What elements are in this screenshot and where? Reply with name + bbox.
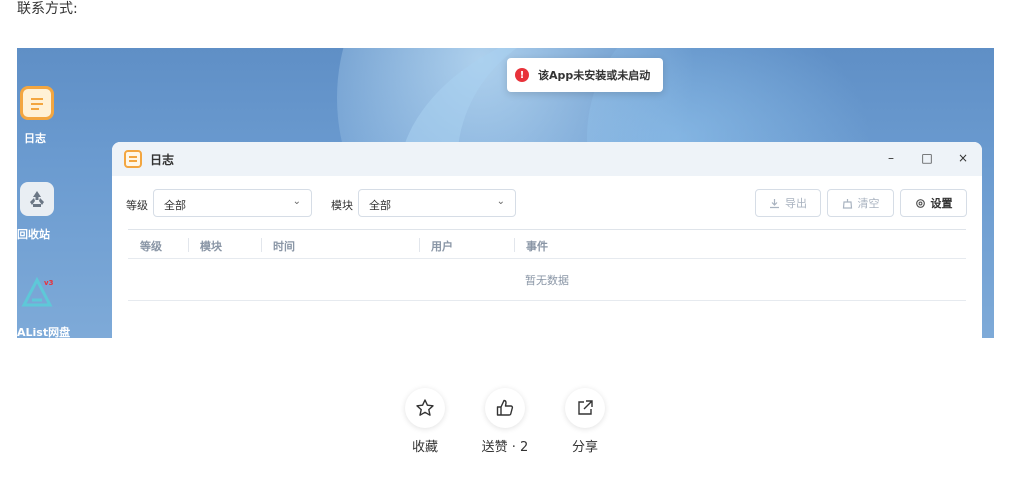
like-label: 送赞 · 2 xyxy=(481,440,529,455)
thumbs-up-icon xyxy=(496,399,514,416)
empty-state: 暂无数据 xyxy=(128,259,966,301)
svg-text:v3: v3 xyxy=(44,279,54,287)
error-icon: ! xyxy=(515,68,529,82)
desktop-screenshot: 日志 回收站 v3 AList网盘 ! 该App未安装或未启动 日志 – □ ×… xyxy=(17,48,994,338)
log-app-icon xyxy=(20,86,54,120)
log-window: 日志 – □ × 等级 全部 ⌄ 模块 全部 ⌄ 导出 清空 设置 等级 模块 … xyxy=(112,142,982,338)
desktop-icon-alist[interactable]: v3 AList网盘 xyxy=(17,276,71,338)
favorite-action[interactable]: 收藏 xyxy=(395,388,455,455)
level-select-value: 全部 xyxy=(164,199,186,212)
column-header-module[interactable]: 模块 xyxy=(200,238,222,254)
like-action[interactable]: 送赞 · 2 xyxy=(475,388,535,455)
star-icon xyxy=(416,399,434,416)
column-header-time[interactable]: 时间 xyxy=(273,238,295,254)
column-divider xyxy=(188,238,189,252)
module-select[interactable]: 全部 ⌄ xyxy=(358,189,516,217)
gear-icon xyxy=(915,198,925,208)
like-button[interactable] xyxy=(485,388,525,428)
module-select-value: 全部 xyxy=(369,199,391,212)
settings-button-label: 设置 xyxy=(930,197,953,210)
desktop-icon-label: AList网盘 xyxy=(17,326,71,338)
favorite-button[interactable] xyxy=(405,388,445,428)
favorite-label: 收藏 xyxy=(411,440,438,455)
clear-button[interactable]: 清空 xyxy=(827,189,894,217)
column-header-level[interactable]: 等级 xyxy=(140,238,162,254)
share-label: 分享 xyxy=(571,440,598,455)
share-icon xyxy=(578,400,593,415)
log-toolbar: 等级 全部 ⌄ 模块 全部 ⌄ 导出 清空 设置 xyxy=(112,176,982,226)
desktop-icon-recycle-bin[interactable]: 回收站 xyxy=(17,182,57,242)
share-action[interactable]: 分享 xyxy=(555,388,615,455)
maximize-button[interactable]: □ xyxy=(918,151,936,165)
recycle-bin-icon xyxy=(20,182,54,216)
contact-label: 联系方式: xyxy=(17,1,78,17)
minimize-button[interactable]: – xyxy=(882,151,900,165)
share-button[interactable] xyxy=(565,388,605,428)
settings-button[interactable]: 设置 xyxy=(900,189,967,217)
desktop-icon-label: 日志 xyxy=(24,132,46,145)
module-filter-label: 模块 xyxy=(331,199,353,212)
export-button-label: 导出 xyxy=(785,197,807,210)
column-divider xyxy=(419,238,420,252)
close-button[interactable]: × xyxy=(954,151,972,165)
desktop-icon-label: 回收站 xyxy=(17,228,50,241)
error-toast: ! 该App未安装或未启动 xyxy=(507,58,663,92)
log-table: 等级 模块 时间 用户 事件 暂无数据 xyxy=(128,229,966,301)
column-header-user[interactable]: 用户 xyxy=(431,238,453,254)
chevron-down-icon: ⌄ xyxy=(496,196,505,207)
toast-message: 该App未安装或未启动 xyxy=(538,69,651,82)
download-icon xyxy=(770,198,779,208)
table-header: 等级 模块 时间 用户 事件 xyxy=(128,229,966,259)
log-app-icon xyxy=(124,150,142,168)
column-divider xyxy=(261,238,262,252)
level-select[interactable]: 全部 ⌄ xyxy=(153,189,312,217)
clear-button-label: 清空 xyxy=(857,197,880,210)
column-header-event[interactable]: 事件 xyxy=(526,238,548,254)
level-filter-label: 等级 xyxy=(126,199,148,212)
broom-icon xyxy=(842,198,852,209)
desktop-icon-log[interactable]: 日志 xyxy=(17,86,57,146)
alist-icon: v3 xyxy=(20,276,54,310)
export-button[interactable]: 导出 xyxy=(755,189,821,217)
article-actions: 收藏 送赞 · 2 分享 xyxy=(402,388,612,458)
column-divider xyxy=(514,238,515,252)
window-titlebar[interactable]: 日志 – □ × xyxy=(112,142,982,176)
chevron-down-icon: ⌄ xyxy=(292,196,301,207)
window-title: 日志 xyxy=(150,152,175,167)
